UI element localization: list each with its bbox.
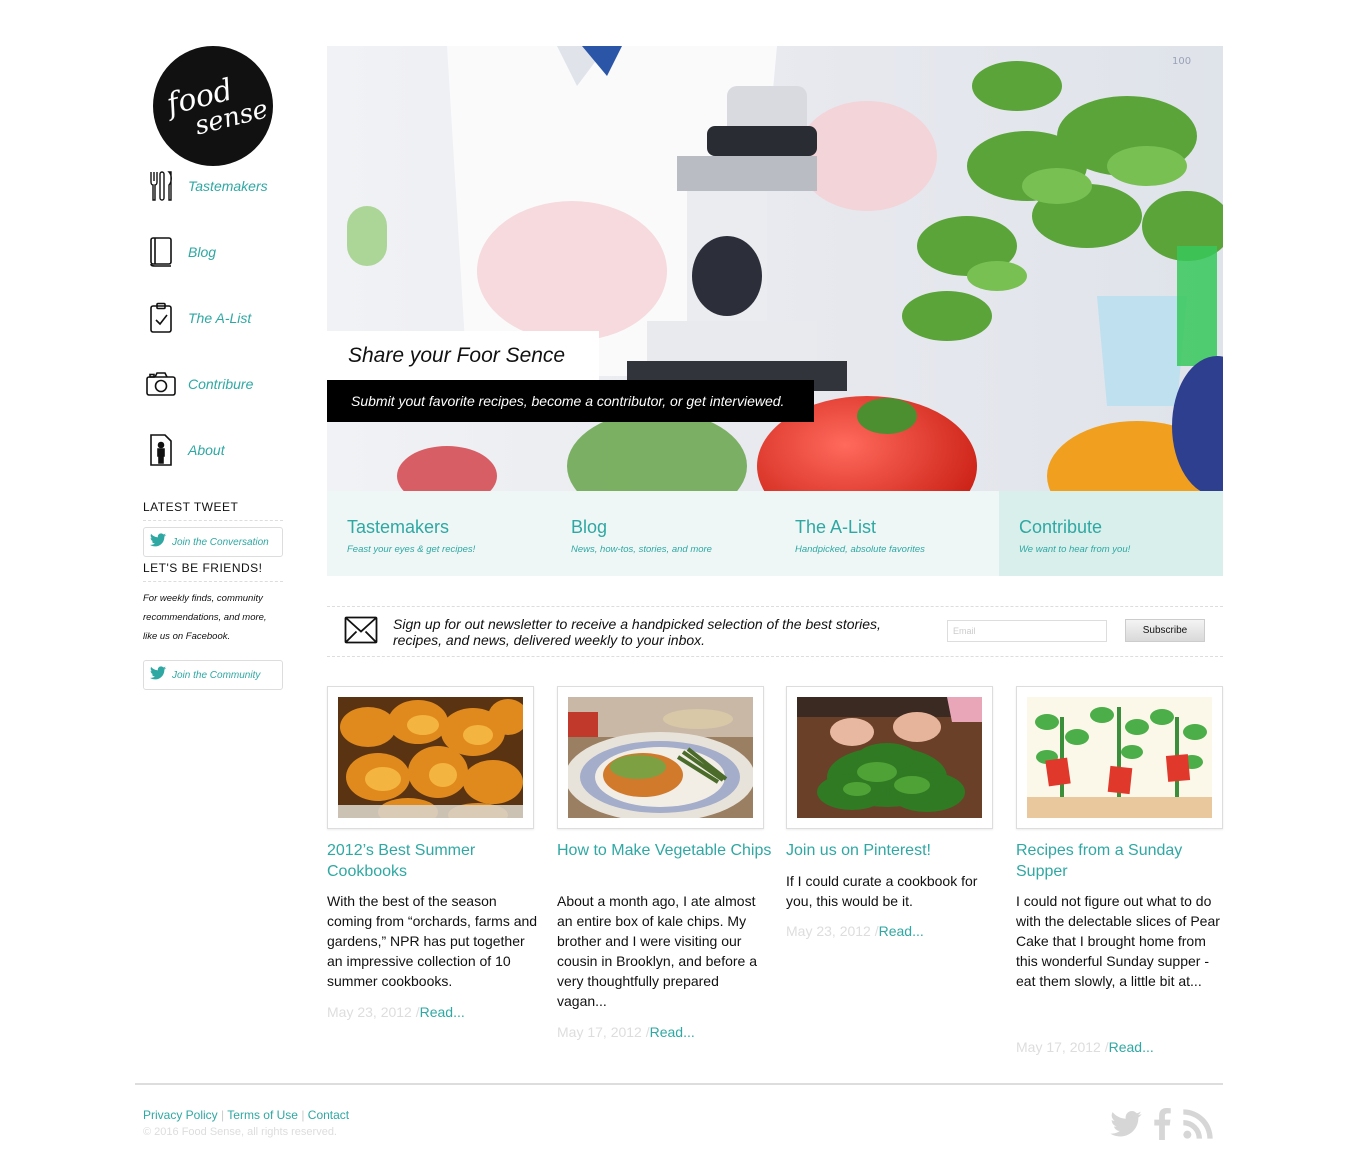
latest-tweet-heading: LATEST TWEET bbox=[143, 500, 283, 521]
friends-heading: LET'S BE FRIENDS! bbox=[143, 561, 283, 582]
read-more-link[interactable]: Read... bbox=[420, 1004, 465, 1020]
post-excerpt: If I could curate a cookbook for you, th… bbox=[786, 873, 978, 909]
site-logo[interactable]: food sense bbox=[153, 46, 273, 166]
rss-icon[interactable] bbox=[1181, 1108, 1215, 1140]
post-date: May 17, 2012 bbox=[557, 1024, 642, 1040]
tab-tastemakers[interactable]: Tastemakers Feast your eyes & get recipe… bbox=[327, 491, 551, 576]
post-thumbnail[interactable] bbox=[786, 686, 993, 829]
friends-text: For weekly finds, community recommendati… bbox=[143, 593, 267, 642]
join-conversation-label: Join the Conversation bbox=[172, 536, 269, 548]
sidebar-item-label: Contribure bbox=[188, 376, 254, 392]
privacy-policy-link[interactable]: Privacy Policy bbox=[143, 1108, 218, 1122]
subscribe-button[interactable]: Subscribe bbox=[1125, 619, 1205, 642]
sweet-potato-chips-image bbox=[338, 697, 523, 818]
post-meta: May 23, 2012 /Read... bbox=[327, 1004, 465, 1020]
illustrated-seed-packets-image bbox=[1027, 697, 1212, 818]
footer-divider bbox=[135, 1083, 1223, 1085]
sidebar-item-contribute[interactable]: Contribure bbox=[143, 364, 313, 404]
read-more-link[interactable]: Read... bbox=[879, 923, 924, 939]
tab-subtitle: Handpicked, absolute favorites bbox=[795, 544, 925, 555]
chopping-herbs-image bbox=[797, 697, 982, 818]
post-title[interactable]: How to Make Vegetable Chips bbox=[557, 840, 777, 861]
post-title[interactable]: Join us on Pinterest! bbox=[786, 840, 1001, 861]
post-excerpt: I could not figure out what to do with t… bbox=[1016, 893, 1220, 989]
join-community-button[interactable]: Join the Community bbox=[143, 660, 283, 690]
sidebar-item-blog[interactable]: Blog bbox=[143, 232, 313, 272]
join-conversation-button[interactable]: Join the Conversation bbox=[143, 527, 283, 557]
tab-title: Contribute bbox=[1019, 517, 1103, 537]
terms-of-use-link[interactable]: Terms of Use bbox=[227, 1108, 298, 1122]
envelope-icon bbox=[344, 616, 378, 649]
tab-blog[interactable]: Blog News, how-tos, stories, and more bbox=[551, 491, 775, 576]
tab-title: Blog bbox=[571, 517, 608, 537]
tab-subtitle: We want to hear from you! bbox=[1019, 544, 1131, 555]
sidebar-item-tastemakers[interactable]: Tastemakers bbox=[143, 166, 313, 206]
post-title[interactable]: Recipes from a Sunday Supper bbox=[1016, 840, 1231, 882]
newsletter-text: Sign up for out newsletter to receive a … bbox=[393, 616, 881, 648]
footer-separator: | bbox=[221, 1108, 225, 1122]
sidebar-item-label: About bbox=[188, 442, 225, 458]
tab-subtitle: Feast your eyes & get recipes! bbox=[347, 544, 476, 555]
read-more-link[interactable]: Read... bbox=[650, 1024, 695, 1040]
post-date: May 23, 2012 bbox=[327, 1004, 412, 1020]
cutlery-icon bbox=[143, 168, 179, 204]
twitter-icon[interactable] bbox=[1109, 1108, 1143, 1140]
twitter-bird-icon bbox=[150, 665, 166, 685]
footer-separator: | bbox=[301, 1108, 305, 1122]
post-thumbnail[interactable] bbox=[1016, 686, 1223, 829]
post-thumbnail[interactable] bbox=[327, 686, 534, 829]
post-thumbnail[interactable] bbox=[557, 686, 764, 829]
join-community-label: Join the Community bbox=[172, 669, 261, 681]
sidebar-item-label: Blog bbox=[188, 244, 217, 260]
vegetable-plate-image bbox=[568, 697, 753, 818]
read-more-link[interactable]: Read... bbox=[1109, 1039, 1154, 1055]
twitter-bird-icon bbox=[150, 532, 166, 552]
sidebar-item-about[interactable]: About bbox=[143, 430, 313, 470]
sidebar-item-label: Tastemakers bbox=[188, 178, 268, 194]
post-excerpt: About a month ago, I ate almost an entir… bbox=[557, 893, 758, 1009]
sidebar-item-a-list[interactable]: The A-List bbox=[143, 298, 313, 338]
post-meta: May 17, 2012 /Read... bbox=[557, 1024, 695, 1040]
person-icon bbox=[143, 432, 179, 468]
tab-subtitle: News, how-tos, stories, and more bbox=[571, 544, 712, 555]
post-title[interactable]: 2012’s Best Summer Cookbooks bbox=[327, 840, 542, 882]
tab-title: Tastemakers bbox=[347, 517, 450, 537]
facebook-icon[interactable] bbox=[1147, 1108, 1177, 1140]
post-meta: May 23, 2012 /Read... bbox=[786, 923, 924, 939]
email-input[interactable] bbox=[947, 620, 1107, 642]
hero-image: 100 bbox=[327, 46, 1223, 491]
tab-contribute[interactable]: Contribute We want to hear from you! bbox=[999, 491, 1223, 576]
footer-links: Privacy Policy | Terms of Use | Contact bbox=[143, 1108, 349, 1122]
post-date: May 17, 2012 bbox=[1016, 1039, 1101, 1055]
tab-title: The A-List bbox=[795, 517, 877, 537]
sidebar-item-label: The A-List bbox=[188, 310, 252, 326]
hero-title: Share your Foor Sence bbox=[327, 331, 599, 380]
post-date: May 23, 2012 bbox=[786, 923, 871, 939]
tab-a-list[interactable]: The A-List Handpicked, absolute favorite… bbox=[775, 491, 999, 576]
contact-link[interactable]: Contact bbox=[308, 1108, 349, 1122]
svg-text:100: 100 bbox=[1172, 56, 1191, 67]
book-icon bbox=[143, 234, 179, 270]
camera-icon bbox=[143, 366, 179, 402]
copyright: © 2016 Food Sense, all rights reserved. bbox=[143, 1126, 337, 1138]
post-excerpt: With the best of the season coming from … bbox=[327, 893, 538, 989]
post-meta: May 17, 2012 /Read... bbox=[1016, 1039, 1154, 1055]
clipboard-check-icon bbox=[143, 300, 179, 336]
hero-subtitle: Submit yout favorite recipes, become a c… bbox=[327, 380, 814, 422]
